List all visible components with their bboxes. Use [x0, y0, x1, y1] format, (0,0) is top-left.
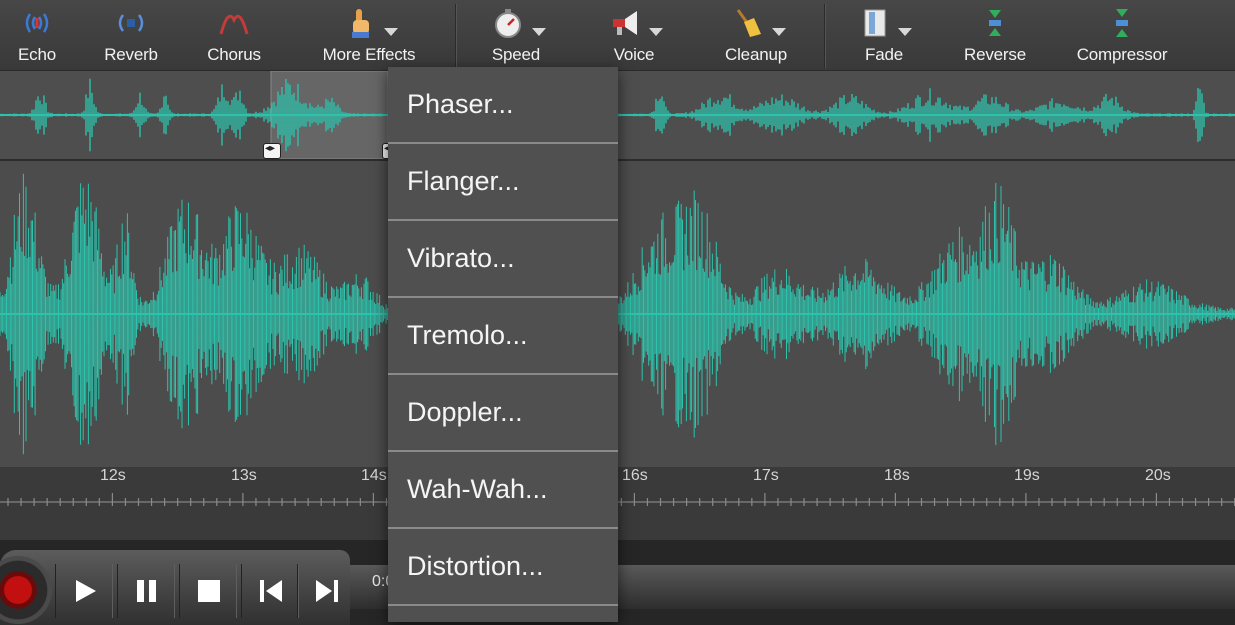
skip-back-icon	[260, 580, 282, 602]
menu-item-phaser[interactable]: Phaser...	[388, 67, 618, 144]
chorus-label: Chorus	[207, 45, 261, 64]
cleanup-label: Cleanup	[725, 45, 787, 64]
fade-button[interactable]: Fade	[859, 0, 912, 70]
speed-label: Speed	[491, 45, 541, 64]
menu-item-vibrato[interactable]: Vibrato...	[388, 221, 618, 298]
more-effects-button[interactable]: More Effects	[316, 0, 422, 70]
reverse-label: Reverse	[964, 45, 1026, 64]
more-effects-label: More Effects	[322, 45, 416, 64]
pause-button[interactable]	[117, 564, 175, 618]
reverb-icon	[114, 6, 148, 40]
chevron-down-icon	[532, 28, 546, 36]
play-button[interactable]	[55, 564, 113, 618]
voice-label: Voice	[613, 45, 655, 64]
chevron-down-icon	[772, 28, 786, 36]
voice-button[interactable]: Voice	[605, 0, 663, 70]
compressor-label: Compressor	[1076, 45, 1168, 64]
menu-item-wah-wah[interactable]: Wah-Wah...	[388, 452, 618, 529]
toolbar-divider	[455, 4, 456, 68]
stopwatch-icon	[491, 6, 525, 40]
chevron-down-icon	[898, 28, 912, 36]
skip-forward-icon	[316, 580, 338, 602]
skip-to-end-button[interactable]	[297, 564, 354, 618]
play-icon	[76, 580, 96, 602]
cleanup-button[interactable]: Cleanup	[722, 0, 790, 70]
pause-icon	[137, 580, 156, 602]
fade-icon	[859, 6, 893, 40]
reverb-button[interactable]: Reverb	[100, 0, 162, 70]
menu-item-flanger[interactable]: Flanger...	[388, 144, 618, 221]
chevron-down-icon	[384, 28, 398, 36]
reverse-button[interactable]: Reverse	[962, 0, 1028, 70]
toolbar-divider	[824, 4, 825, 68]
selection-start-handle[interactable]	[263, 143, 281, 159]
chorus-icon	[217, 6, 251, 40]
broom-icon	[730, 6, 764, 40]
hand-pointer-icon	[344, 6, 378, 40]
echo-icon	[20, 6, 54, 40]
speed-button[interactable]: Speed	[488, 0, 546, 70]
reverb-label: Reverb	[104, 45, 158, 64]
compressor-button[interactable]: Compressor	[1073, 0, 1171, 70]
stop-icon	[198, 580, 220, 602]
fade-label: Fade	[865, 45, 903, 64]
echo-button[interactable]: Echo	[10, 0, 64, 70]
more-effects-menu: Phaser... Flanger... Vibrato... Tremolo.…	[388, 67, 618, 622]
compressor-arrows-icon	[1105, 6, 1139, 40]
menu-item-doppler[interactable]: Doppler...	[388, 375, 618, 452]
effects-toolbar: Echo Reverb Chorus More Effects Speed Vo…	[0, 0, 1235, 71]
chevron-down-icon	[649, 28, 663, 36]
echo-label: Echo	[18, 45, 56, 64]
chorus-button[interactable]: Chorus	[202, 0, 266, 70]
skip-to-start-button[interactable]	[241, 564, 299, 618]
menu-item-distortion[interactable]: Distortion...	[388, 529, 618, 606]
menu-item-tremolo[interactable]: Tremolo...	[388, 298, 618, 375]
stop-button[interactable]	[179, 564, 237, 618]
megaphone-icon	[609, 6, 643, 40]
reverse-arrows-icon	[978, 6, 1012, 40]
